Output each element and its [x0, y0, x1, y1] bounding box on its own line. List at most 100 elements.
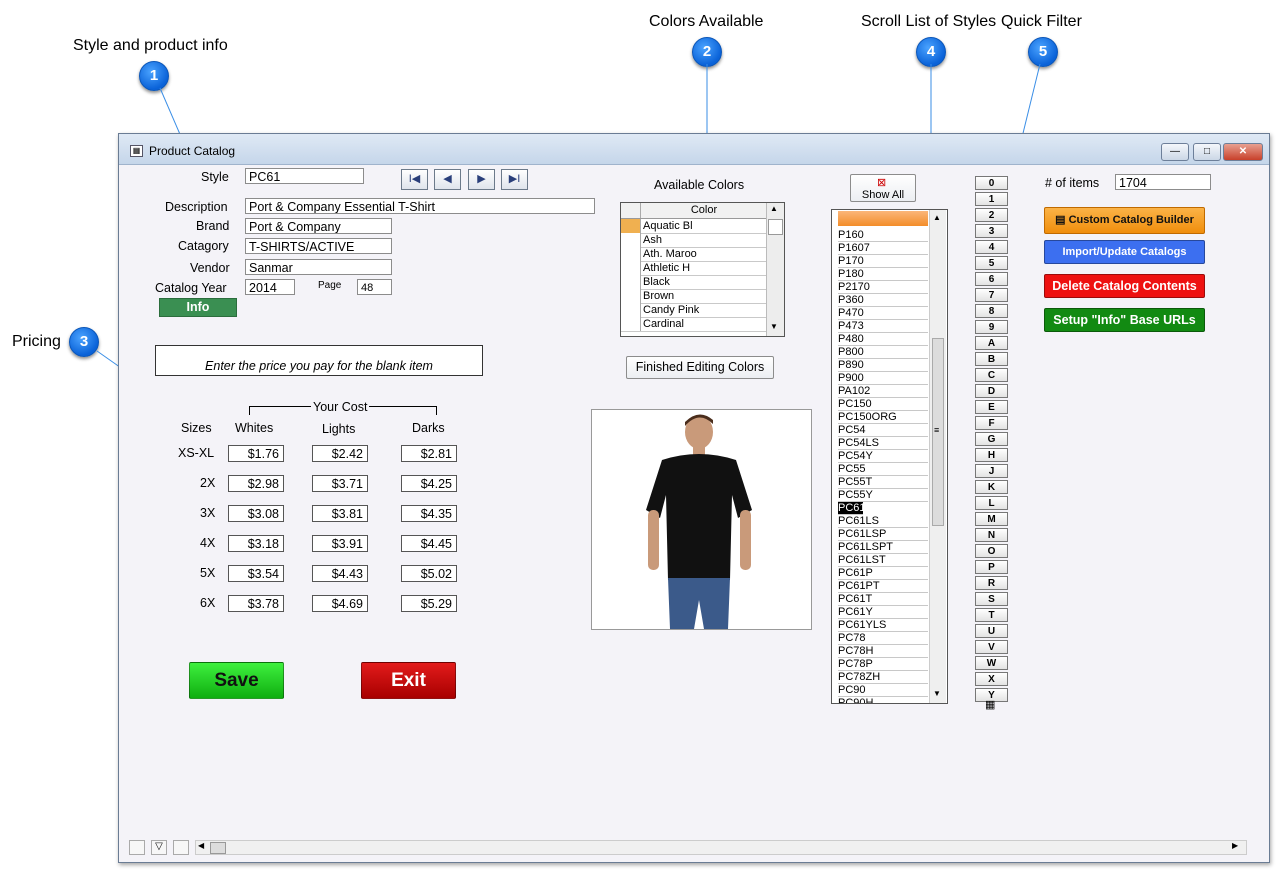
description-field[interactable]: Port & Company Essential T-Shirt	[245, 198, 595, 214]
style-list-item[interactable]: PC78H	[838, 645, 928, 658]
colors-scrollbar[interactable]: ▲ ▼	[766, 203, 784, 336]
quick-filter-key[interactable]: T	[975, 608, 1008, 622]
price-whites-field[interactable]: $3.54	[228, 565, 284, 582]
price-lights-field[interactable]: $3.91	[312, 535, 368, 552]
category-field[interactable]: T-SHIRTS/ACTIVE	[245, 238, 392, 254]
style-list-item[interactable]: PC61	[838, 502, 866, 515]
style-list-item[interactable]: PC90	[838, 684, 928, 697]
quick-filter-key[interactable]: D	[975, 384, 1008, 398]
price-darks-field[interactable]: $2.81	[401, 445, 457, 462]
style-list-item[interactable]: P470	[838, 307, 928, 320]
brand-field[interactable]: Port & Company	[245, 218, 392, 234]
minimize-button[interactable]: —	[1161, 143, 1189, 161]
price-lights-field[interactable]: $3.81	[312, 505, 368, 522]
style-list-item[interactable]: PC61Y	[838, 606, 928, 619]
price-whites-field[interactable]: $3.08	[228, 505, 284, 522]
style-list-item[interactable]: PC78P	[838, 658, 928, 671]
scroll-left-icon[interactable]: ◀	[198, 841, 204, 850]
quick-filter-key[interactable]: R	[975, 576, 1008, 590]
quick-filter-key[interactable]: 3	[975, 224, 1008, 238]
filter-calc-icon[interactable]: ▦	[985, 698, 995, 711]
color-row[interactable]: Black	[621, 275, 766, 290]
color-row[interactable]: Cardinal	[621, 317, 766, 332]
quick-filter-key[interactable]: 1	[975, 192, 1008, 206]
quick-filter-key[interactable]: 2	[975, 208, 1008, 222]
quick-filter-key[interactable]: J	[975, 464, 1008, 478]
save-button[interactable]: Save	[189, 662, 284, 699]
delete-catalog-contents-button[interactable]: Delete Catalog Contents	[1044, 274, 1205, 298]
color-row[interactable]: Ath. Maroo	[621, 247, 766, 262]
styles-scroll-down-icon[interactable]: ▼	[933, 689, 941, 698]
styles-scroll-thumb[interactable]: ≡	[932, 338, 944, 526]
exit-button[interactable]: Exit	[361, 662, 456, 699]
style-list-item[interactable]: PC150	[838, 398, 928, 411]
style-list-item[interactable]: P360	[838, 294, 928, 307]
style-list-item[interactable]: P160	[838, 229, 928, 242]
info-button[interactable]: Info	[159, 298, 237, 317]
color-column-header[interactable]: Color	[640, 203, 767, 218]
style-list-item[interactable]: PC54LS	[838, 437, 928, 450]
color-row[interactable]: Athletic H	[621, 261, 766, 276]
quick-filter-key[interactable]: K	[975, 480, 1008, 494]
quick-filter-key[interactable]: 4	[975, 240, 1008, 254]
price-darks-field[interactable]: $5.02	[401, 565, 457, 582]
style-field[interactable]: PC61	[245, 168, 364, 184]
price-lights-field[interactable]: $3.71	[312, 475, 368, 492]
quick-filter-key[interactable]: C	[975, 368, 1008, 382]
quick-filter-key[interactable]: E	[975, 400, 1008, 414]
color-row[interactable]: Brown	[621, 289, 766, 304]
price-whites-field[interactable]: $3.18	[228, 535, 284, 552]
quick-filter-key[interactable]: G	[975, 432, 1008, 446]
quick-filter-key[interactable]: P	[975, 560, 1008, 574]
quick-filter-key[interactable]: F	[975, 416, 1008, 430]
styles-scroll-up-icon[interactable]: ▲	[933, 213, 941, 222]
style-list-item[interactable]: PC61LS	[838, 515, 928, 528]
quick-filter-key[interactable]: V	[975, 640, 1008, 654]
style-list-item[interactable]: PC61T	[838, 593, 928, 606]
style-list-item[interactable]: PC55Y	[838, 489, 928, 502]
style-list-item[interactable]: P473	[838, 320, 928, 333]
price-darks-field[interactable]: $4.25	[401, 475, 457, 492]
style-list-item[interactable]: P180	[838, 268, 928, 281]
row-selector[interactable]	[621, 303, 641, 317]
page-field[interactable]: 48	[357, 279, 392, 295]
row-selector[interactable]	[621, 289, 641, 303]
quick-filter-key[interactable]: U	[975, 624, 1008, 638]
scroll-thumb[interactable]	[768, 219, 783, 235]
first-record-button[interactable]: I◀	[401, 169, 428, 190]
quick-filter-key[interactable]: 7	[975, 288, 1008, 302]
price-whites-field[interactable]: $2.98	[228, 475, 284, 492]
style-list-item[interactable]: PA102	[838, 385, 928, 398]
quick-filter-key[interactable]: W	[975, 656, 1008, 670]
show-all-button[interactable]: ⊠ Show All	[850, 174, 916, 202]
price-lights-field[interactable]: $4.43	[312, 565, 368, 582]
style-list-item[interactable]: PC61LSPT	[838, 541, 928, 554]
price-darks-field[interactable]: $4.35	[401, 505, 457, 522]
quick-filter-key[interactable]: 6	[975, 272, 1008, 286]
quick-filter-key[interactable]: H	[975, 448, 1008, 462]
price-whites-field[interactable]: $1.76	[228, 445, 284, 462]
maximize-button[interactable]: □	[1193, 143, 1221, 161]
row-selector[interactable]	[621, 247, 641, 261]
style-list-item[interactable]: P2170	[838, 281, 928, 294]
color-row[interactable]: Aquatic Bl	[621, 219, 766, 234]
style-list-item[interactable]: PC55	[838, 463, 928, 476]
style-list-item[interactable]: PC61LSP	[838, 528, 928, 541]
colors-list[interactable]: Color Aquatic Bl Ash Ath. Maroo Athletic…	[620, 202, 785, 337]
last-record-button[interactable]: ▶I	[501, 169, 528, 190]
quick-filter-key[interactable]: L	[975, 496, 1008, 510]
quick-filter-key[interactable]: 5	[975, 256, 1008, 270]
price-darks-field[interactable]: $4.45	[401, 535, 457, 552]
style-list-item[interactable]: PC55T	[838, 476, 928, 489]
style-list-item[interactable]: PC78ZH	[838, 671, 928, 684]
quick-filter-key[interactable]: 0	[975, 176, 1008, 190]
style-list-item[interactable]: P1607	[838, 242, 928, 255]
styles-scrollbar[interactable]: ▲ ≡ ▼	[929, 210, 946, 703]
close-button[interactable]: ✕	[1223, 143, 1263, 161]
style-list-item[interactable]: P170	[838, 255, 928, 268]
setup-info-base-urls-button[interactable]: Setup "Info" Base URLs	[1044, 308, 1205, 332]
horizontal-scrollbar[interactable]: ◀ ▶	[195, 840, 1247, 855]
next-record-button[interactable]: ▶	[468, 169, 495, 190]
color-row[interactable]: Candy Pink	[621, 303, 766, 318]
custom-catalog-builder-button[interactable]: ▤ Custom Catalog Builder	[1044, 207, 1205, 234]
